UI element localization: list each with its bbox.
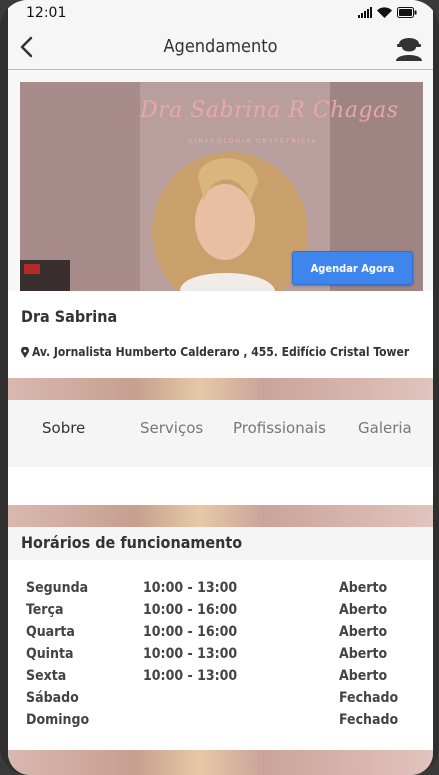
background-image-strip — [8, 505, 433, 527]
hours-time: 10:00 - 16:00 — [143, 624, 238, 640]
hours-row: Quarta 10:00 - 16:00 Aberto — [8, 624, 433, 646]
hours-status: Aberto — [339, 580, 388, 596]
section-tabs: Sobre Serviços Profissionais Galeria — [8, 400, 433, 467]
hours-day: Quinta — [26, 646, 74, 662]
tab-sobre[interactable]: Sobre — [42, 419, 85, 437]
page-title: Agendamento — [163, 36, 278, 57]
hours-status: Aberto — [339, 668, 388, 684]
main-content[interactable]: Dra Sabrina R Chagas GINECOLOGIA OBSTETR… — [8, 70, 433, 775]
location-pin-icon — [21, 346, 29, 358]
wifi-icon — [377, 7, 392, 18]
background-image-strip — [8, 378, 433, 400]
hours-table: Segunda 10:00 - 13:00 Aberto Terça 10:00… — [8, 560, 433, 750]
hours-row: Sábado Fechado — [8, 690, 433, 712]
hero-banner: Dra Sabrina R Chagas GINECOLOGIA OBSTETR… — [20, 82, 423, 291]
screen: 12:01 Agendamento Dra Sabrina R Chagas G… — [8, 0, 433, 775]
hours-row: Segunda 10:00 - 13:00 Aberto — [8, 580, 433, 602]
status-bar: 12:01 — [8, 0, 433, 26]
signal-icon — [358, 7, 372, 18]
status-time: 12:01 — [26, 5, 67, 21]
hours-row: Sexta 10:00 - 13:00 Aberto — [8, 668, 433, 690]
schedule-now-button[interactable]: Agendar Agora — [292, 251, 413, 285]
hours-row: Domingo Fechado — [8, 712, 433, 734]
hours-time: 10:00 - 13:00 — [143, 668, 238, 684]
brand-subtitle: GINECOLOGIA OBSTETRÍCIA — [188, 138, 318, 145]
background-image-strip — [8, 750, 433, 775]
phone-frame: 12:01 Agendamento Dra Sabrina R Chagas G… — [0, 0, 439, 775]
status-icons — [358, 7, 417, 18]
hours-day: Domingo — [26, 712, 90, 728]
hours-day: Terça — [26, 602, 64, 618]
battery-icon — [397, 7, 417, 18]
app-header: Agendamento — [8, 26, 433, 70]
hours-day: Segunda — [26, 580, 89, 596]
hours-row: Quinta 10:00 - 13:00 Aberto — [8, 646, 433, 668]
hours-time: 10:00 - 16:00 — [143, 602, 238, 618]
hours-status: Aberto — [339, 646, 388, 662]
hours-status: Fechado — [339, 712, 399, 728]
tab-servicos[interactable]: Serviços — [140, 419, 203, 437]
tab-content-area — [8, 467, 433, 505]
clinic-info-card: Dra Sabrina Av. Jornalista Humberto Cald… — [8, 291, 433, 378]
hours-header: Horários de funcionamento — [8, 527, 433, 560]
hours-day: Sábado — [26, 690, 79, 706]
hours-row: Terça 10:00 - 16:00 Aberto — [8, 602, 433, 624]
hours-title: Horários de funcionamento — [21, 533, 243, 552]
clinic-name: Dra Sabrina — [21, 307, 118, 326]
hours-status: Aberto — [339, 602, 388, 618]
brand-logo-text: Dra Sabrina R Chagas — [140, 98, 399, 123]
hours-day: Sexta — [26, 668, 67, 684]
hours-time: 10:00 - 13:00 — [143, 646, 238, 662]
clinic-address-text: Av. Jornalista Humberto Calderaro , 455.… — [32, 345, 410, 359]
clinic-address: Av. Jornalista Humberto Calderaro , 455.… — [21, 345, 409, 359]
tab-profissionais[interactable]: Profissionais — [233, 419, 326, 437]
tab-galeria[interactable]: Galeria — [358, 419, 412, 437]
hours-status: Aberto — [339, 624, 388, 640]
hours-status: Fechado — [339, 690, 399, 706]
hours-day: Quarta — [26, 624, 75, 640]
hours-time: 10:00 - 13:00 — [143, 580, 238, 596]
profile-icon[interactable] — [393, 30, 425, 62]
